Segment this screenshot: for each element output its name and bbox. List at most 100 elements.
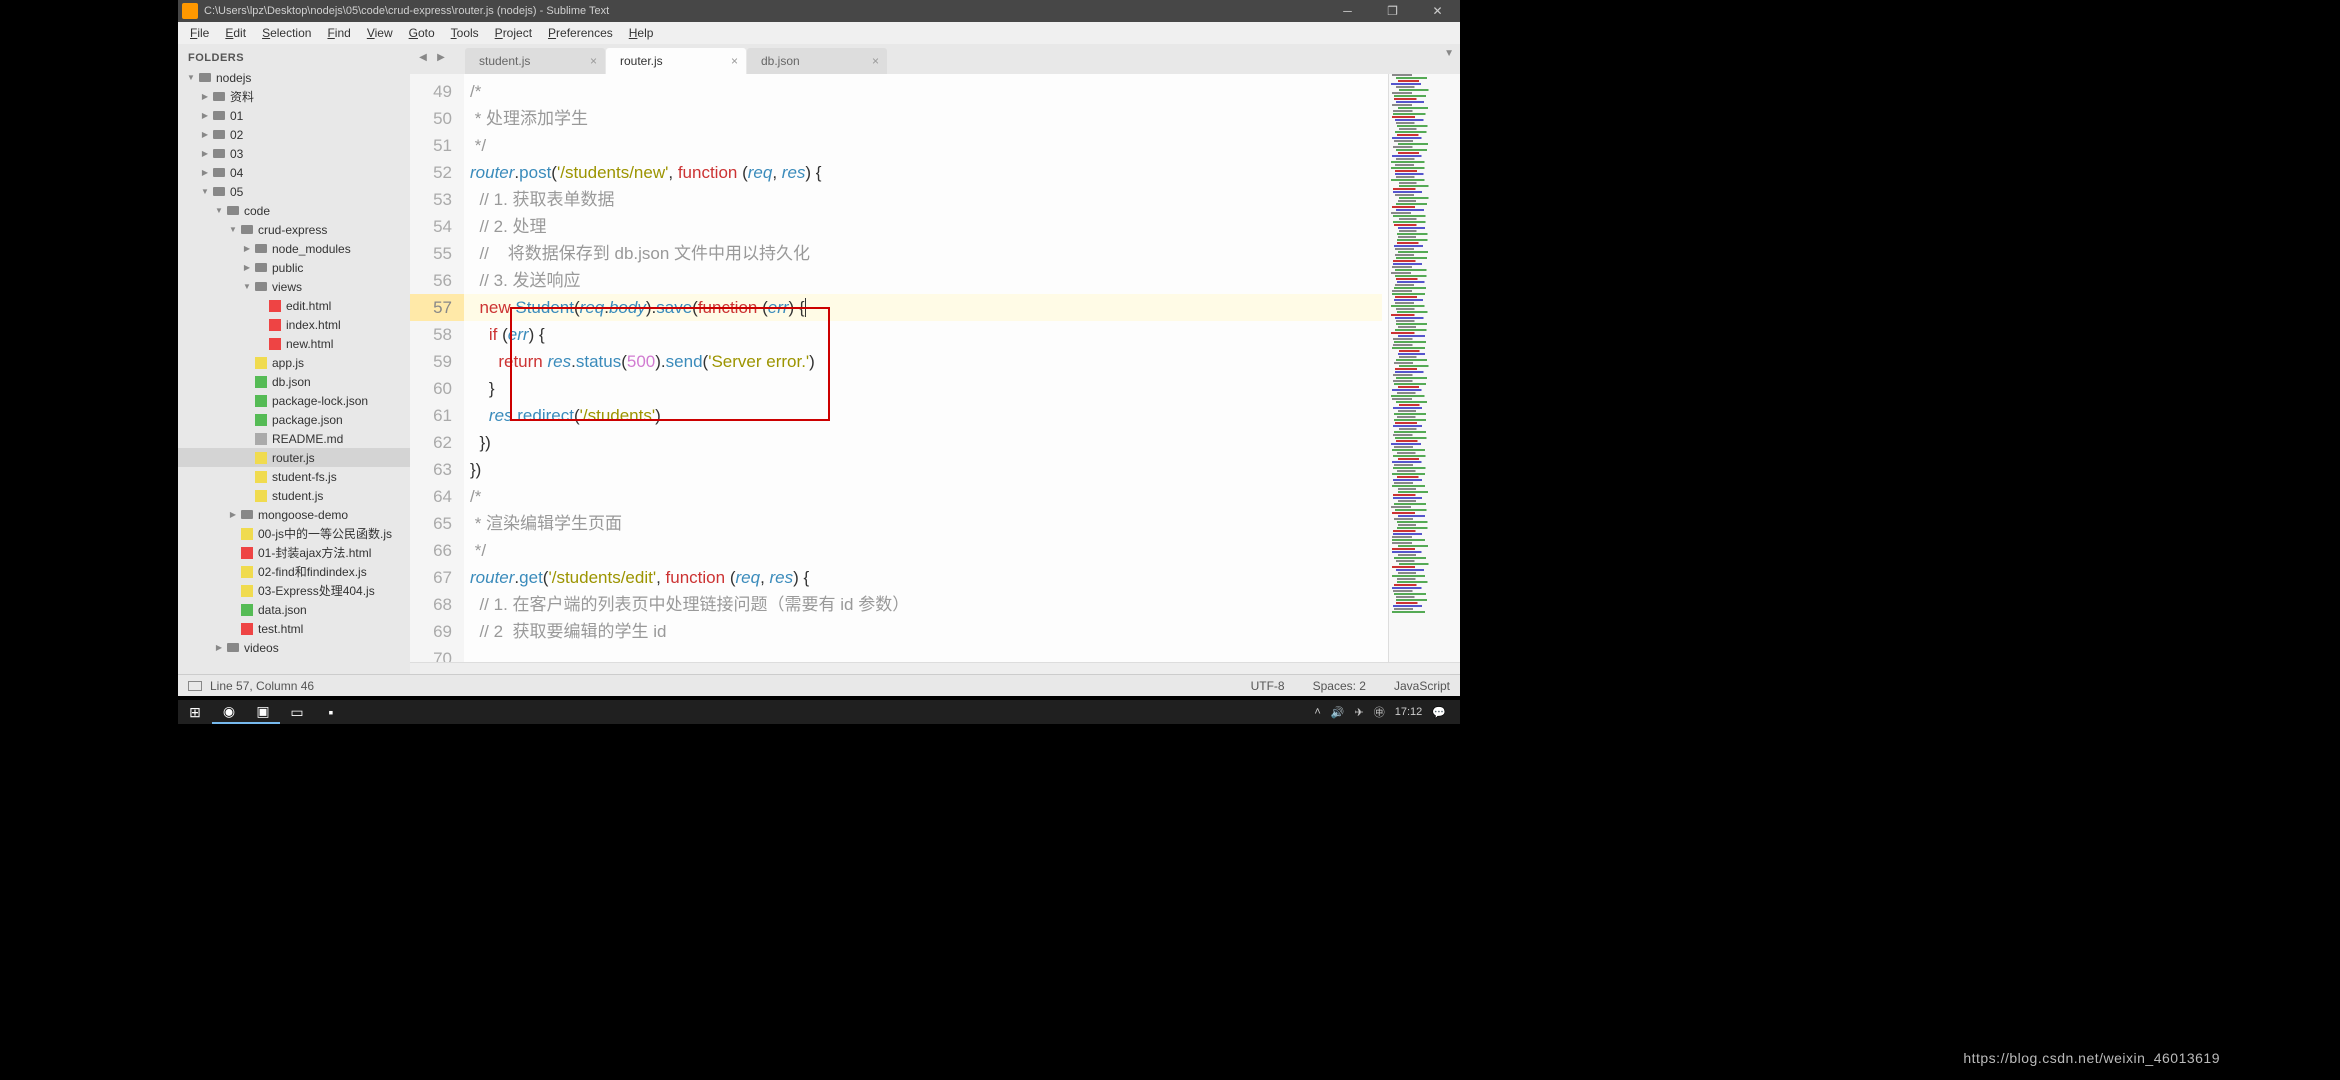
tray-up-icon[interactable]: ˄: [1314, 706, 1320, 718]
expand-arrow-icon[interactable]: ▶: [242, 244, 252, 254]
tray-network-icon[interactable]: ✈: [1355, 706, 1364, 719]
expand-arrow-icon[interactable]: ▶: [200, 111, 210, 121]
expand-arrow-icon[interactable]: [256, 320, 266, 330]
tree-item[interactable]: ▼code: [178, 201, 410, 220]
expand-arrow-icon[interactable]: [242, 472, 252, 482]
tree-item[interactable]: ▶node_modules: [178, 239, 410, 258]
tree-item[interactable]: 01-封装ajax方法.html: [178, 543, 410, 562]
tree-item[interactable]: 02-find和findindex.js: [178, 562, 410, 581]
explorer-icon[interactable]: ▭: [280, 700, 314, 724]
expand-arrow-icon[interactable]: ▶: [214, 643, 224, 653]
expand-arrow-icon[interactable]: [228, 548, 238, 558]
tree-item[interactable]: edit.html: [178, 296, 410, 315]
minimap[interactable]: [1388, 74, 1460, 662]
expand-arrow-icon[interactable]: [228, 567, 238, 577]
expand-arrow-icon[interactable]: ▶: [200, 168, 210, 178]
tree-item[interactable]: student.js: [178, 486, 410, 505]
tree-item[interactable]: ▶01: [178, 106, 410, 125]
expand-arrow-icon[interactable]: [242, 491, 252, 501]
tree-item[interactable]: 00-js中的一等公民函数.js: [178, 524, 410, 543]
start-button[interactable]: ⊞: [178, 700, 212, 724]
tree-item[interactable]: router.js: [178, 448, 410, 467]
expand-arrow-icon[interactable]: ▼: [228, 225, 238, 235]
expand-arrow-icon[interactable]: ▶: [200, 149, 210, 159]
tree-item[interactable]: package.json: [178, 410, 410, 429]
panel-icon[interactable]: [188, 681, 202, 691]
encoding[interactable]: UTF-8: [1251, 679, 1285, 693]
tab[interactable]: student.js×: [465, 48, 605, 74]
indentation[interactable]: Spaces: 2: [1313, 679, 1366, 693]
tree-item[interactable]: ▶02: [178, 125, 410, 144]
expand-arrow-icon[interactable]: ▶: [228, 510, 238, 520]
tab-close-icon[interactable]: ×: [590, 54, 597, 68]
menu-find[interactable]: Find: [319, 24, 358, 42]
nav-forward-icon[interactable]: ▶: [434, 50, 448, 64]
tab-close-icon[interactable]: ×: [731, 54, 738, 68]
syntax[interactable]: JavaScript: [1394, 679, 1450, 693]
tree-item[interactable]: new.html: [178, 334, 410, 353]
minimize-button[interactable]: ─: [1325, 0, 1370, 22]
tray-ime-icon[interactable]: ㊥: [1374, 704, 1385, 720]
tree-item[interactable]: 03-Express处理404.js: [178, 581, 410, 600]
expand-arrow-icon[interactable]: [256, 301, 266, 311]
tree-item[interactable]: db.json: [178, 372, 410, 391]
expand-arrow-icon[interactable]: [242, 434, 252, 444]
menu-help[interactable]: Help: [621, 24, 662, 42]
tree-item[interactable]: test.html: [178, 619, 410, 638]
tree-item[interactable]: ▼views: [178, 277, 410, 296]
menu-file[interactable]: File: [182, 24, 217, 42]
tab-close-icon[interactable]: ×: [872, 54, 879, 68]
clock[interactable]: 17:12: [1395, 706, 1423, 718]
tree-item[interactable]: ▶mongoose-demo: [178, 505, 410, 524]
tree-item[interactable]: student-fs.js: [178, 467, 410, 486]
menu-preferences[interactable]: Preferences: [540, 24, 621, 42]
expand-arrow-icon[interactable]: [242, 358, 252, 368]
tree-item[interactable]: ▶public: [178, 258, 410, 277]
tab-menu-icon[interactable]: ▼: [1444, 48, 1454, 59]
expand-arrow-icon[interactable]: [242, 415, 252, 425]
sublime-icon[interactable]: ▣: [246, 700, 280, 724]
expand-arrow-icon[interactable]: [242, 396, 252, 406]
code-editor[interactable]: /* * 处理添加学生 */router.post('/students/new…: [464, 74, 1388, 662]
tree-item[interactable]: app.js: [178, 353, 410, 372]
menu-view[interactable]: View: [359, 24, 401, 42]
tree-item[interactable]: ▶03: [178, 144, 410, 163]
titlebar[interactable]: C:\Users\lpz\Desktop\nodejs\05\code\crud…: [178, 0, 1460, 22]
expand-arrow-icon[interactable]: ▼: [242, 282, 252, 292]
tree-item[interactable]: data.json: [178, 600, 410, 619]
tree-item[interactable]: ▶资料: [178, 87, 410, 106]
expand-arrow-icon[interactable]: [228, 624, 238, 634]
notification-icon[interactable]: 💬: [1432, 706, 1446, 719]
horizontal-scrollbar[interactable]: [410, 662, 1460, 674]
terminal-icon[interactable]: ▪: [314, 700, 348, 724]
maximize-button[interactable]: ❐: [1370, 0, 1415, 22]
menu-goto[interactable]: Goto: [401, 24, 443, 42]
expand-arrow-icon[interactable]: ▶: [200, 130, 210, 140]
expand-arrow-icon[interactable]: [242, 453, 252, 463]
expand-arrow-icon[interactable]: [228, 586, 238, 596]
nav-back-icon[interactable]: ◀: [416, 50, 430, 64]
expand-arrow-icon[interactable]: ▼: [200, 187, 210, 197]
tab[interactable]: db.json×: [747, 48, 887, 74]
tree-item[interactable]: ▼crud-express: [178, 220, 410, 239]
expand-arrow-icon[interactable]: ▶: [200, 92, 210, 102]
tree-item[interactable]: ▼05: [178, 182, 410, 201]
chrome-icon[interactable]: ◉: [212, 700, 246, 724]
tree-item[interactable]: package-lock.json: [178, 391, 410, 410]
expand-arrow-icon[interactable]: [242, 377, 252, 387]
expand-arrow-icon[interactable]: ▼: [186, 73, 196, 83]
menu-edit[interactable]: Edit: [217, 24, 254, 42]
tree-item[interactable]: ▶04: [178, 163, 410, 182]
menu-selection[interactable]: Selection: [254, 24, 319, 42]
tree-item[interactable]: README.md: [178, 429, 410, 448]
cursor-position[interactable]: Line 57, Column 46: [210, 679, 314, 693]
expand-arrow-icon[interactable]: ▼: [214, 206, 224, 216]
tray-volume-icon[interactable]: 🔊: [1331, 706, 1345, 719]
tree-item[interactable]: ▼nodejs: [178, 68, 410, 87]
expand-arrow-icon[interactable]: [256, 339, 266, 349]
tab[interactable]: router.js×: [606, 48, 746, 74]
expand-arrow-icon[interactable]: [228, 529, 238, 539]
tree-item[interactable]: index.html: [178, 315, 410, 334]
menu-tools[interactable]: Tools: [443, 24, 487, 42]
expand-arrow-icon[interactable]: [228, 605, 238, 615]
